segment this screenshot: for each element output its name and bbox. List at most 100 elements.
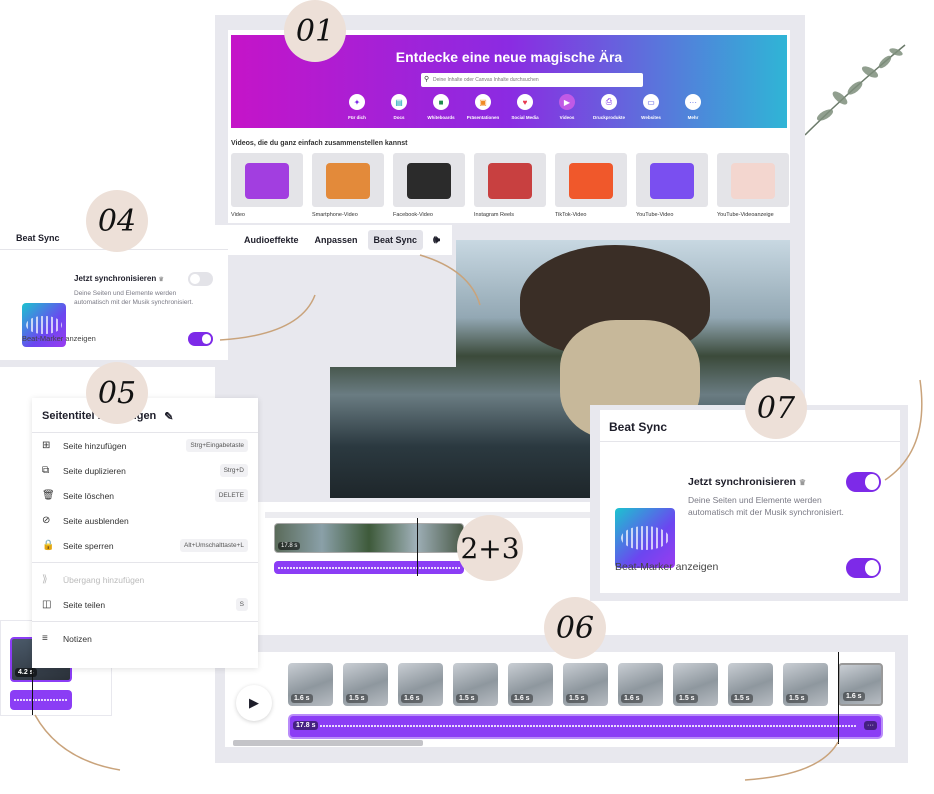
heart-icon: ♥ <box>517 94 533 110</box>
print-icon: ⎙ <box>601 94 617 110</box>
clip-duration: 1.5 s <box>456 694 478 703</box>
sync-toggle[interactable] <box>846 472 881 492</box>
clip-duration: 1.5 s <box>731 694 753 703</box>
menu-item[interactable]: 🔒 Seite sperren Alt+Umschalttaste+L <box>32 533 258 558</box>
clip-duration: 17.8 s <box>278 542 301 550</box>
audio-waveform <box>14 699 68 701</box>
page-clip[interactable]: 1.5 s <box>783 663 828 706</box>
template-thumbnail <box>636 153 708 207</box>
category-5[interactable]: ▶ Videos <box>546 94 588 120</box>
eye-off-icon: ⊘ <box>42 515 51 526</box>
section-title: Videos, die du ganz einfach zusammenstel… <box>231 140 408 147</box>
search-input[interactable]: ⚲ Deine Inhalte oder Canvas Inhalte durch… <box>421 73 643 87</box>
category-0[interactable]: ✦ Für dich <box>336 94 378 120</box>
playhead[interactable] <box>838 652 839 744</box>
menu-item-label: Seite sperren <box>63 540 114 551</box>
page-clip[interactable]: 1.6 s <box>618 663 663 706</box>
horizontal-scrollbar[interactable] <box>233 740 423 746</box>
tab-beat-sync[interactable]: Beat Sync <box>367 230 424 250</box>
play-icon: ▶ <box>249 695 259 710</box>
menu-item[interactable]: 🗑 Seite löschen DELETE <box>32 483 258 508</box>
template-card[interactable]: YouTube-Video <box>636 153 708 218</box>
volume-icon[interactable]: 🕪 <box>427 229 446 252</box>
category-7[interactable]: ▭ Websites <box>630 94 672 120</box>
search-icon: ⚲ <box>424 76 430 83</box>
template-card[interactable]: Facebook-Video <box>393 153 465 218</box>
menu-item[interactable]: ⊞ Seite hinzufügen Strg+Eingabetaste <box>32 433 258 458</box>
menu-item-label: Seite teilen <box>63 599 106 610</box>
tab-anpassen[interactable]: Anpassen <box>309 230 364 250</box>
doc-icon: ▤ <box>391 94 407 110</box>
eucalyptus-decoration <box>804 44 906 136</box>
page-clip[interactable]: 1.6 s <box>508 663 553 706</box>
template-card[interactable]: Instagram Reels <box>474 153 546 218</box>
add-page-icon: ⊞ <box>42 440 51 451</box>
category-8[interactable]: ··· Mehr <box>672 94 714 120</box>
beat-marker-toggle[interactable] <box>188 332 213 346</box>
clip-duration: 1.6 s <box>843 692 865 701</box>
shortcut-hint: Strg+D <box>219 464 248 477</box>
category-4[interactable]: ♥ Social Media <box>504 94 546 120</box>
audio-track[interactable] <box>10 690 72 710</box>
page-clip[interactable]: 1.5 s <box>563 663 608 706</box>
split-icon: ◫ <box>42 599 52 610</box>
clip-duration: 1.6 s <box>291 694 313 703</box>
beat-marker-toggle[interactable] <box>846 558 881 578</box>
step-badge-06: 06 <box>544 597 606 659</box>
category-2[interactable]: ■ Whiteboards <box>420 94 462 120</box>
beat-marker-label: Beat-Marker anzeigen <box>22 334 96 343</box>
duplicate-icon: ⧉ <box>42 465 50 476</box>
template-label: YouTube-Videoanzeige <box>717 212 774 218</box>
pencil-icon[interactable]: ✎ <box>164 410 173 423</box>
sync-description: Deine Seiten und Elemente werden automat… <box>74 290 194 307</box>
page-clip[interactable]: 1.5 s <box>728 663 773 706</box>
more-icon: ··· <box>685 94 701 110</box>
category-1[interactable]: ▤ Docs <box>378 94 420 120</box>
category-6[interactable]: ⎙ Druckprodukte <box>588 94 630 120</box>
website-icon: ▭ <box>643 94 659 110</box>
sparkle-icon: ✦ <box>349 94 365 110</box>
sync-title: Jetzt synchronisieren ♛ <box>74 274 164 283</box>
category-label: Whiteboards <box>427 115 455 120</box>
clip-duration: 1.5 s <box>676 694 698 703</box>
clip-duration: 1.6 s <box>511 694 533 703</box>
category-3[interactable]: ▣ Präsentationen <box>462 94 504 120</box>
clip-duration: 1.6 s <box>401 694 423 703</box>
page-clip[interactable]: 1.6 s <box>288 663 333 706</box>
tab-audioeffekte[interactable]: Audioeffekte <box>238 230 305 250</box>
template-card[interactable]: TikTok-Video <box>555 153 627 218</box>
template-card[interactable]: Video <box>231 153 303 218</box>
template-card[interactable]: Smartphone-Video <box>312 153 384 218</box>
audio-tab-bar: Audioeffekte Anpassen Beat Sync 🕪 <box>228 225 452 255</box>
page-clip[interactable]: 1.5 s <box>673 663 718 706</box>
template-thumbnail <box>393 153 465 207</box>
page-clip[interactable]: 1.6 s <box>838 663 883 706</box>
video-clip[interactable]: 17.8 s <box>274 523 464 553</box>
more-options-button[interactable]: ··· <box>864 721 877 730</box>
template-thumbnail <box>231 153 303 207</box>
page-clip[interactable]: 1.5 s <box>453 663 498 706</box>
notes-icon: ≡ <box>42 633 48 644</box>
menu-item[interactable]: ⧉ Seite duplizieren Strg+D <box>32 458 258 483</box>
play-button[interactable]: ▶ <box>236 685 272 721</box>
page-context-menu: Seitentitel hinzufügen✎ ⊞Seite hinzufüge… <box>32 398 258 668</box>
menu-item[interactable]: ⊘ Seite ausblenden <box>32 508 258 533</box>
audio-track[interactable]: 17.8 s ··· <box>288 714 883 739</box>
template-label: Facebook-Video <box>393 212 433 218</box>
video-icon: ▶ <box>559 94 575 110</box>
menu-item[interactable]: ◫ Seite teilen S <box>32 592 258 617</box>
step-badge-01: 01 <box>284 0 346 62</box>
clip-duration: 1.5 s <box>566 694 588 703</box>
page-clip[interactable]: 1.5 s <box>343 663 388 706</box>
menu-item-list: ⊞ Seite hinzufügen Strg+Eingabetaste ⧉ Seite… <box>32 433 258 651</box>
page-clip[interactable]: 1.6 s <box>398 663 443 706</box>
audio-track[interactable] <box>274 561 464 574</box>
playhead[interactable] <box>417 518 418 576</box>
presentation-icon: ▣ <box>475 94 491 110</box>
sync-toggle[interactable] <box>188 272 213 286</box>
category-label: Für dich <box>348 115 366 120</box>
whiteboard-icon: ■ <box>433 94 449 110</box>
template-card[interactable]: YouTube-Videoanzeige <box>717 153 789 218</box>
menu-item[interactable]: ≡ Notizen <box>32 626 258 651</box>
template-label: TikTok-Video <box>555 212 587 218</box>
